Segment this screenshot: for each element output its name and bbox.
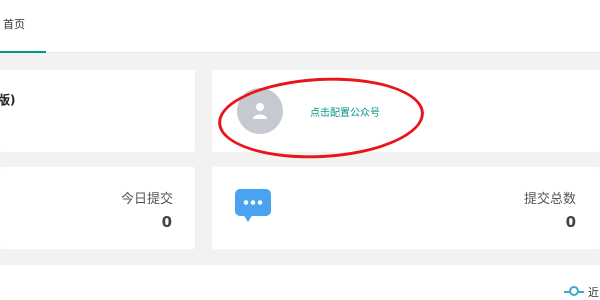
today-submissions-label: 今日提交 [120,192,173,207]
total-submissions-value: 0 [565,213,576,231]
today-submissions-value: 0 [161,213,172,231]
total-submissions-card: 提交总数 0 [212,167,600,249]
account-card-title: 版) [0,93,16,107]
tab-home[interactable]: 首页 [0,0,46,53]
legend-dot-marker [569,286,579,296]
total-submissions-label: 提交总数 [523,192,576,207]
today-submissions-card: 今日提交 0 [0,167,195,249]
tab-bar: 首页 [0,0,600,53]
chart-panel: 近 [0,265,600,300]
tab-home-label: 首页 [3,18,25,31]
account-card: 版) [0,70,195,152]
chat-bubble-icon [235,189,271,222]
legend-label: 近 [588,286,599,299]
tab-active-indicator [0,51,46,53]
